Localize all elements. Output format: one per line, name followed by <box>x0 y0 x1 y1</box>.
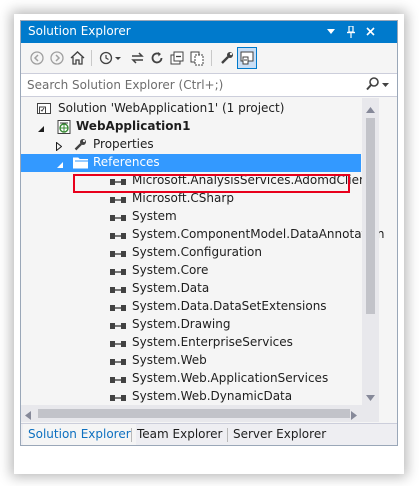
assembly-reference-icon <box>110 320 126 334</box>
wrench-icon <box>74 138 87 154</box>
bottom-tab-strip: Solution Explorer Team Explorer Server E… <box>21 423 397 445</box>
title-bar[interactable]: Solution Explorer <box>21 21 397 43</box>
close-icon[interactable] <box>362 23 378 40</box>
annotation-highlight-box <box>73 174 350 193</box>
reference-label: System.Drawing <box>132 317 231 331</box>
tree-item-reference[interactable]: System <box>21 208 361 226</box>
assembly-reference-icon <box>110 284 126 298</box>
assembly-reference-icon <box>110 194 126 208</box>
reference-label: System.Web.ApplicationServices <box>132 371 329 385</box>
window-position-dropdown-icon[interactable] <box>323 23 339 40</box>
search-box[interactable]: Search Solution Explorer (Ctrl+;) <box>21 73 397 97</box>
assembly-reference-icon <box>110 212 126 226</box>
assembly-reference-icon <box>110 356 126 370</box>
back-icon[interactable] <box>27 47 47 69</box>
solution-explorer-panel: Solution Explorer Search Solution Explor… <box>20 20 398 446</box>
references-label: References <box>93 155 160 169</box>
search-options-dropdown-icon[interactable] <box>382 77 390 94</box>
assembly-reference-icon <box>110 230 126 244</box>
horizontal-scrollbar[interactable] <box>21 405 362 422</box>
tree-item-reference[interactable]: System.Web.DynamicData <box>21 388 361 406</box>
project-label: WebApplication1 <box>76 119 191 133</box>
scrollbar-corner <box>362 405 379 422</box>
reference-label: System.Data <box>132 281 210 295</box>
history-icon[interactable] <box>97 47 125 69</box>
tree-item-reference[interactable]: System.Web.ApplicationServices <box>21 370 361 388</box>
expanded-arrow-icon[interactable] <box>56 158 64 172</box>
panel-title: Solution Explorer <box>28 24 131 38</box>
reference-label: System.Data.DataSetExtensions <box>132 299 327 313</box>
collapse-all-icon[interactable] <box>167 47 187 69</box>
tree-item-references[interactable]: References <box>21 154 361 172</box>
collapsed-arrow-icon[interactable] <box>56 140 63 154</box>
assembly-reference-icon <box>110 266 126 280</box>
refresh-icon[interactable] <box>147 47 167 69</box>
scroll-up-arrow-icon[interactable] <box>366 102 375 116</box>
reference-label: Microsoft.CSharp <box>132 191 234 205</box>
toolbar-separator <box>91 50 92 66</box>
search-icon[interactable] <box>366 77 379 94</box>
forward-icon[interactable] <box>47 47 67 69</box>
toolbar <box>21 46 397 71</box>
assembly-reference-icon <box>110 338 126 352</box>
reference-label: System.Core <box>132 263 209 277</box>
tree-item-reference[interactable]: System.Data <box>21 280 361 298</box>
horizontal-scroll-thumb[interactable] <box>38 409 350 418</box>
tree-item-reference[interactable]: System.Core <box>21 262 361 280</box>
tab-team-explorer[interactable]: Team Explorer <box>132 424 228 445</box>
expanded-arrow-icon[interactable] <box>37 122 45 136</box>
tree-item-reference[interactable]: System.Drawing <box>21 316 361 334</box>
tree-item-reference[interactable]: System.Data.DataSetExtensions <box>21 298 361 316</box>
preview-icon[interactable] <box>237 47 257 69</box>
reference-label: System <box>132 209 177 223</box>
solution-label: Solution 'WebApplication1' (1 project) <box>58 101 285 115</box>
tree-item-solution[interactable]: Solution 'WebApplication1' (1 project) <box>21 100 361 118</box>
vertical-scrollbar[interactable] <box>362 98 379 405</box>
tree-item-reference[interactable]: System.ComponentModel.DataAnnotation <box>21 226 385 244</box>
show-all-files-icon[interactable] <box>187 47 207 69</box>
pin-icon[interactable] <box>343 23 359 40</box>
assembly-reference-icon <box>110 374 126 388</box>
search-input[interactable]: Search Solution Explorer (Ctrl+;) <box>27 78 223 92</box>
scroll-left-arrow-icon[interactable] <box>25 409 31 423</box>
properties-label: Properties <box>93 137 154 151</box>
tree-item-project[interactable]: WebApplication1 <box>21 118 361 136</box>
scroll-right-arrow-icon[interactable] <box>351 409 357 423</box>
assembly-reference-icon <box>110 392 126 406</box>
properties-icon[interactable] <box>217 47 237 69</box>
home-icon[interactable] <box>67 47 87 69</box>
reference-label: System.ComponentModel.DataAnnotation <box>132 227 385 241</box>
reference-label: System.EnterpriseServices <box>132 335 293 349</box>
tree-item-properties[interactable]: Properties <box>21 136 361 154</box>
tab-solution-explorer[interactable]: Solution Explorer <box>23 424 136 445</box>
toolbar-separator <box>211 50 212 66</box>
tree-item-reference[interactable]: System.EnterpriseServices <box>21 334 361 352</box>
solution-icon <box>37 102 52 119</box>
assembly-reference-icon <box>110 248 126 262</box>
solution-tree: Solution 'WebApplication1' (1 project) W… <box>21 98 397 403</box>
tree-item-reference[interactable]: System.Web <box>21 352 361 370</box>
tree-item-reference[interactable]: System.Configuration <box>21 244 361 262</box>
reference-label: System.Configuration <box>132 245 262 259</box>
scroll-down-arrow-icon[interactable] <box>366 390 375 404</box>
folder-icon <box>73 156 89 172</box>
tab-server-explorer[interactable]: Server Explorer <box>228 424 331 445</box>
vertical-scroll-thumb[interactable] <box>366 118 375 314</box>
reference-label: System.Web <box>132 353 207 367</box>
assembly-reference-icon <box>110 302 126 316</box>
reference-label: System.Web.DynamicData <box>132 389 293 403</box>
sync-icon[interactable] <box>127 47 147 69</box>
